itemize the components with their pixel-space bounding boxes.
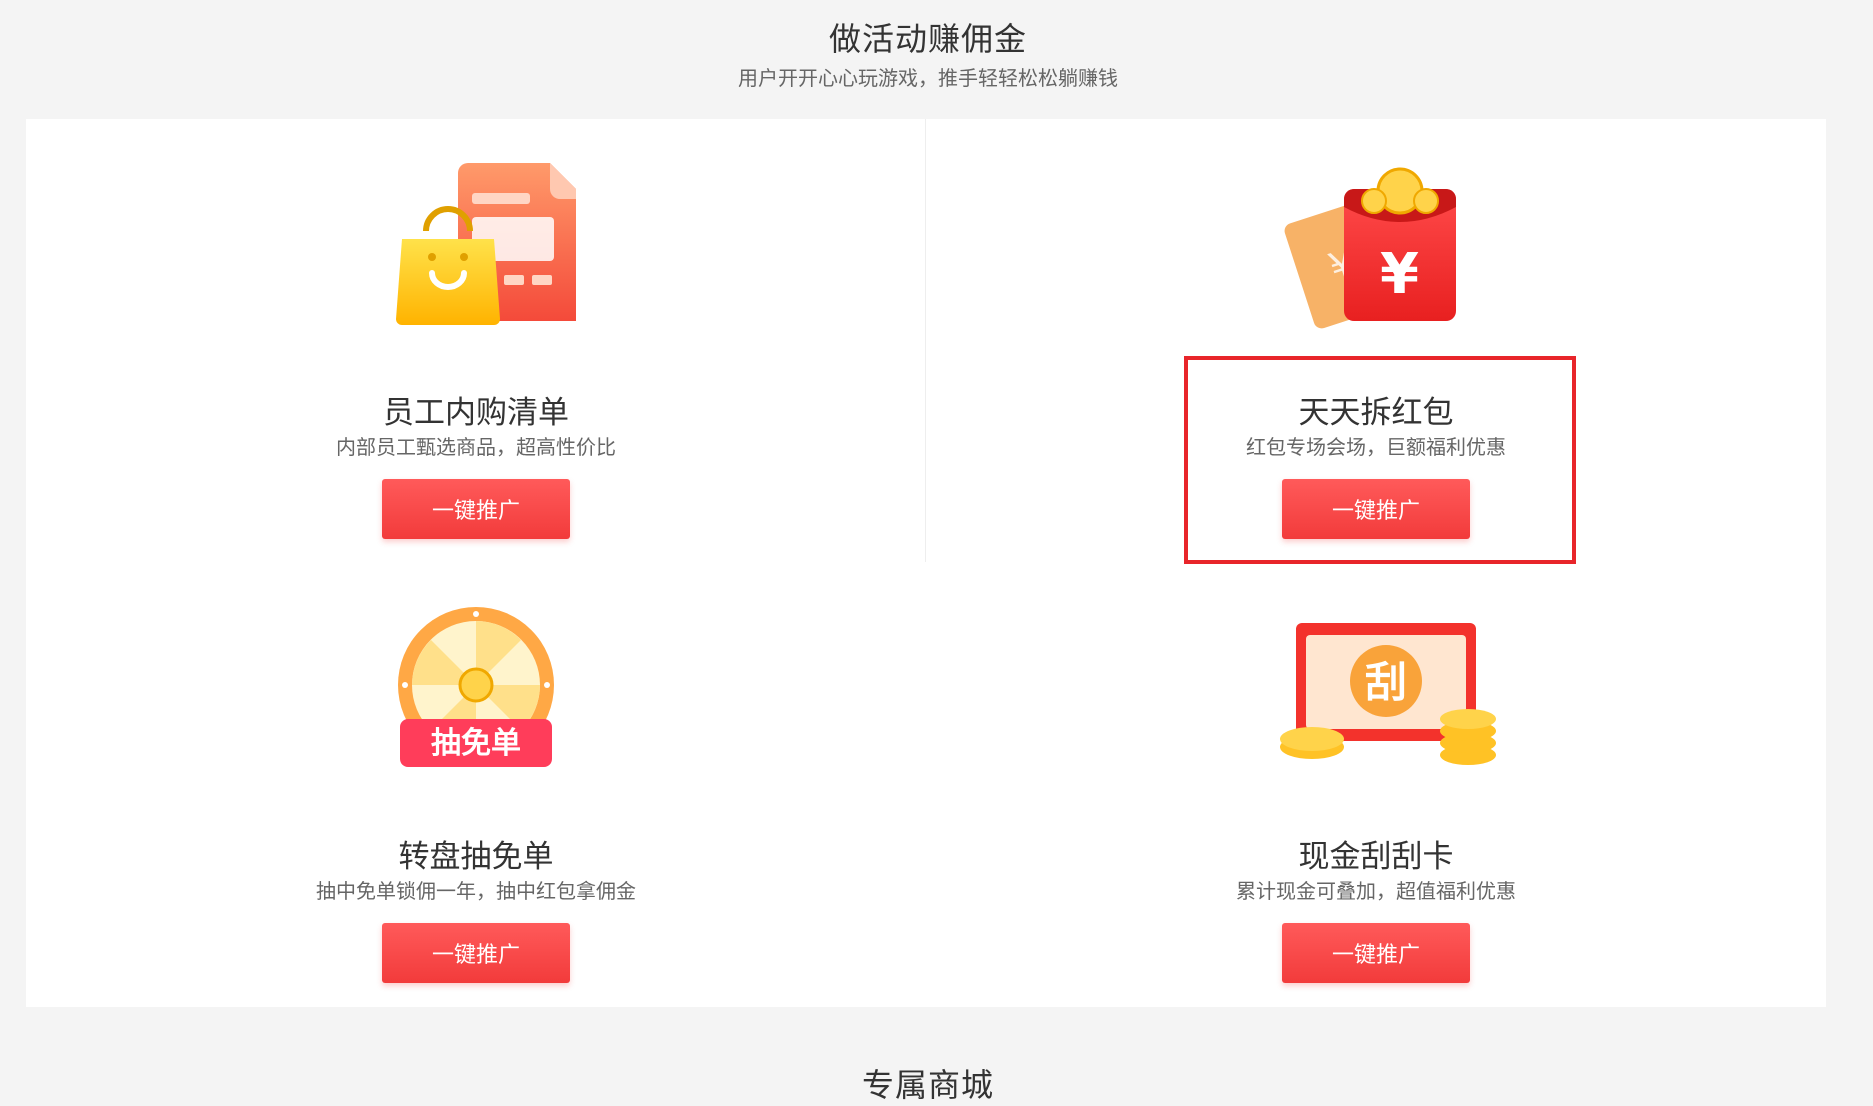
activity-card-scratch-card: 刮 现金刮刮卡 累计现金可叠加，超值福利优惠 一键推广 bbox=[926, 563, 1826, 1007]
card-description: 抽中免单锁佣一年，抽中红包拿佣金 bbox=[316, 879, 636, 903]
prize-wheel-label: 抽免单 bbox=[431, 726, 521, 761]
scratch-card-icon: 刮 bbox=[1276, 605, 1496, 775]
prize-wheel-icon: 抽免单 bbox=[376, 605, 576, 775]
shopping-list-icon bbox=[376, 161, 586, 331]
next-section-title: 专属商城 bbox=[861, 1066, 994, 1104]
card-description: 累计现金可叠加，超值福利优惠 bbox=[1236, 879, 1516, 903]
highlight-box bbox=[1184, 356, 1576, 564]
promote-button[interactable]: 一键推广 bbox=[382, 923, 570, 983]
red-envelope-icon: ¥ ¥ bbox=[1276, 161, 1476, 331]
section-title: 做活动赚佣金 bbox=[828, 20, 1027, 58]
activity-card-employee-purchase: 员工内购清单 内部员工甄选商品，超高性价比 一键推广 bbox=[26, 119, 926, 563]
promote-button[interactable]: 一键推广 bbox=[1282, 923, 1470, 983]
svg-text:¥: ¥ bbox=[1380, 242, 1419, 307]
section-subtitle: 用户开开心心玩游戏，推手轻轻松松躺赚钱 bbox=[738, 66, 1118, 90]
activity-card-prize-wheel: 抽免单 转盘抽免单 抽中免单锁佣一年，抽中红包拿佣金 一键推广 bbox=[26, 563, 926, 1007]
promote-button[interactable]: 一键推广 bbox=[382, 479, 570, 539]
card-description: 内部员工甄选商品，超高性价比 bbox=[336, 435, 616, 459]
card-title: 员工内购清单 bbox=[383, 395, 569, 431]
card-title: 现金刮刮卡 bbox=[1298, 839, 1454, 875]
card-title: 转盘抽免单 bbox=[398, 839, 554, 875]
scratch-card-label: 刮 bbox=[1365, 658, 1407, 707]
